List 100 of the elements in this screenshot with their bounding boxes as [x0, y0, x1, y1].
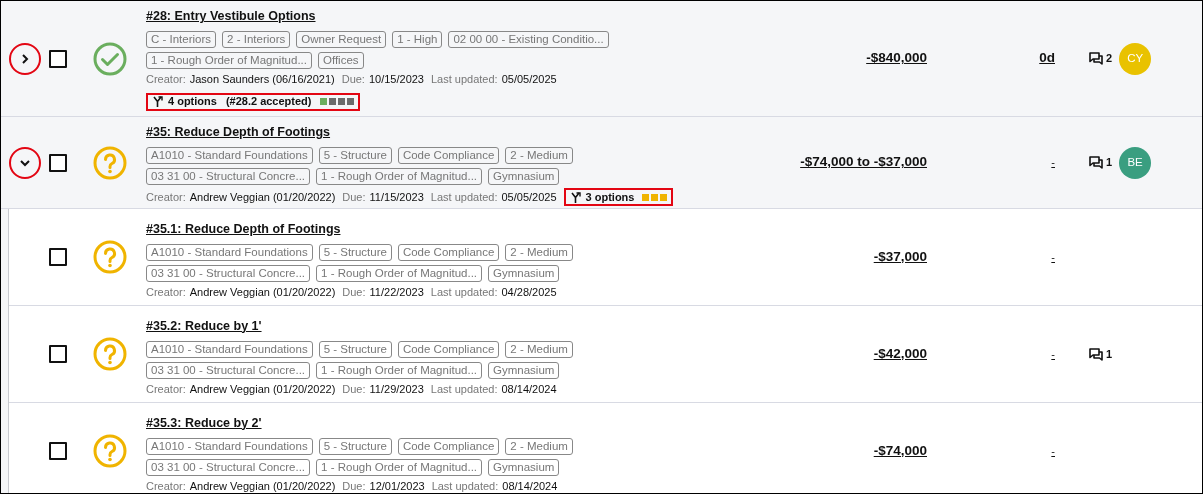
field-label: Due: — [341, 72, 365, 86]
field-label: Creator: — [146, 478, 186, 493]
comments-icon — [1089, 156, 1103, 169]
field-label: Last updated: — [431, 72, 498, 86]
schedule-link[interactable]: - — [1051, 345, 1055, 363]
chevron-right-icon — [19, 52, 31, 65]
tag: 1 - High — [392, 31, 443, 48]
tag: Code Compliance — [397, 437, 500, 455]
options-count: 4 options — [168, 94, 217, 110]
fork-icon — [569, 191, 581, 203]
tag: 1 - Rough Order of Magnitud... — [316, 168, 483, 185]
tag: A1010 - Standard Foundations — [146, 340, 313, 358]
schedule-link[interactable]: - — [1051, 442, 1055, 460]
tag: Gymnasium — [488, 361, 560, 379]
checkbox[interactable] — [49, 49, 67, 68]
tag: 1 - Rough Order of Magnitud... — [146, 52, 312, 69]
field-value: 11/29/2023 — [369, 381, 424, 396]
tag: 2 - Medium — [505, 243, 573, 261]
options-indicator[interactable]: 3 options — [563, 188, 674, 206]
field-label: Creator: — [146, 72, 186, 86]
field-value: 11/22/2023 — [369, 284, 424, 299]
tag: A1010 - Standard Foundations — [146, 437, 313, 455]
options-count: 3 options — [585, 190, 635, 204]
item-title-link[interactable]: #35: Reduce Depth of Footings — [146, 125, 331, 139]
tag: Gymnasium — [488, 458, 560, 476]
field-value: Jason Saunders (06/16/2021) — [189, 72, 335, 86]
fork-icon — [152, 96, 163, 107]
tag: Gymnasium — [488, 168, 560, 185]
question-circle-icon — [92, 145, 127, 180]
field-value: Andrew Veggian (01/20/2022) — [189, 478, 336, 493]
tag: 2 - Medium — [505, 147, 573, 164]
tag: Code Compliance — [397, 243, 500, 261]
comment-count: 1 — [1106, 155, 1113, 171]
expand-toggle[interactable] — [9, 42, 41, 75]
tag: 1 - Rough Order of Magnitud... — [316, 264, 483, 282]
question-circle-icon — [92, 240, 127, 274]
field-value: Andrew Veggian (01/20/2022) — [189, 381, 336, 396]
field-label: Last updated: — [430, 381, 498, 396]
tag: Code Compliance — [397, 147, 500, 164]
field-label: Due: — [342, 381, 366, 396]
tag: C - Interiors — [146, 31, 217, 48]
field-value: 05/05/2025 — [501, 72, 557, 86]
tag: Gymnasium — [488, 264, 560, 282]
field-label: Creator: — [146, 284, 186, 299]
tag: 03 31 00 - Structural Concre... — [146, 264, 311, 282]
amount-link[interactable]: -$37,000 — [873, 246, 927, 268]
options-indicator[interactable]: 4 options (#28.2 accepted) — [146, 92, 360, 111]
tag: A1010 - Standard Foundations — [146, 147, 313, 164]
field-label: Last updated: — [431, 478, 499, 493]
field-value: 08/14/2024 — [501, 381, 557, 396]
tag: 5 - Structure — [318, 147, 392, 164]
tag: 1 - Rough Order of Magnitud... — [316, 361, 483, 379]
tag: Code Compliance — [397, 340, 500, 358]
item-title-link[interactable]: #35.2: Reduce by 1' — [146, 318, 262, 333]
field-value: 05/05/2025 — [501, 190, 557, 204]
checkbox[interactable] — [49, 442, 67, 460]
tag: 2 - Medium — [505, 437, 573, 455]
tag: 03 31 00 - Structural Concre... — [146, 361, 311, 379]
checkbox[interactable] — [49, 345, 67, 363]
amount-link[interactable]: -$74,000 — [873, 440, 927, 462]
amount-link[interactable]: -$74,000 to -$37,000 — [800, 152, 927, 173]
checkbox[interactable] — [49, 153, 67, 172]
item-title-link[interactable]: #28: Entry Vestibule Options — [146, 9, 316, 23]
tag: 1 - Rough Order of Magnitud... — [316, 458, 483, 476]
tag: 5 - Structure — [318, 243, 392, 261]
item-title-link[interactable]: #35.1: Reduce Depth of Footings — [146, 221, 341, 236]
comments-icon — [1089, 347, 1103, 361]
question-circle-icon — [92, 434, 127, 468]
item-title-link[interactable]: #35.3: Reduce by 2' — [146, 415, 262, 430]
field-label: Last updated: — [430, 284, 498, 299]
field-value: 12/01/2023 — [369, 478, 425, 493]
field-value: Andrew Veggian (01/20/2022) — [189, 190, 336, 204]
field-label: Due: — [342, 284, 366, 299]
comments-icon — [1089, 52, 1103, 65]
check-circle-icon — [92, 41, 127, 76]
schedule-link[interactable]: 0d — [1039, 48, 1055, 69]
user-avatar: CY — [1119, 42, 1152, 75]
field-label: Due: — [342, 478, 366, 493]
tag: 03 31 00 - Structural Concre... — [146, 458, 311, 476]
comment-count: 2 — [1106, 51, 1113, 67]
tag: 5 - Structure — [318, 437, 392, 455]
accepted-note: (#28.2 accepted) — [225, 94, 312, 110]
user-avatar: BE — [1119, 146, 1152, 179]
amount-link[interactable]: -$840,000 — [866, 48, 927, 69]
checkbox[interactable] — [49, 248, 67, 266]
tag: Owner Request — [296, 31, 387, 48]
comment-count: 1 — [1106, 346, 1113, 362]
schedule-link[interactable]: - — [1051, 154, 1055, 171]
collapse-toggle[interactable] — [9, 146, 41, 179]
tag: A1010 - Standard Foundations — [146, 243, 313, 261]
tag: 5 - Structure — [318, 340, 392, 358]
field-value: 04/28/2025 — [501, 284, 557, 299]
schedule-link[interactable]: - — [1051, 248, 1055, 266]
tag: 02 00 00 - Existing Conditio... — [448, 31, 609, 48]
tag: 2 - Interiors — [222, 31, 291, 48]
question-circle-icon — [92, 337, 127, 371]
field-value: Andrew Veggian (01/20/2022) — [189, 284, 336, 299]
field-label: Creator: — [146, 190, 186, 204]
amount-link[interactable]: -$42,000 — [873, 343, 927, 365]
field-label: Last updated: — [430, 190, 498, 204]
